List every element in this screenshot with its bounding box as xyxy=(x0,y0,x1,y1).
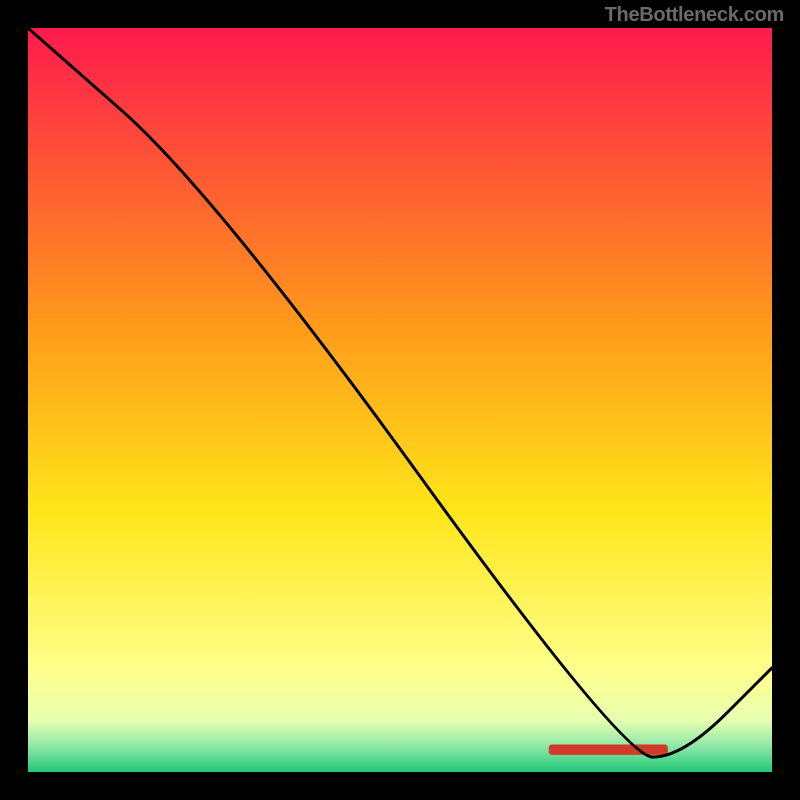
plot-area xyxy=(28,28,772,772)
gradient-background xyxy=(28,28,772,772)
chart-svg xyxy=(28,28,772,772)
chart-container: TheBottleneck.com xyxy=(0,0,800,800)
marker-band xyxy=(549,744,668,754)
watermark-text: TheBottleneck.com xyxy=(605,4,784,27)
